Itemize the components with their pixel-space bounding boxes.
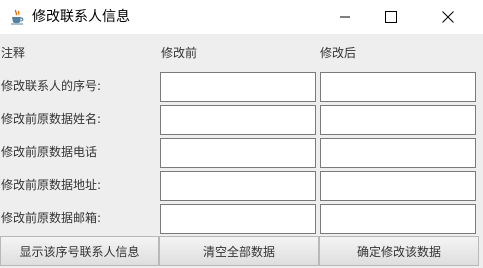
phone-after-field[interactable] [320,138,476,168]
minimize-button[interactable] [322,0,368,34]
title-bar: 修改联系人信息 [0,0,483,34]
confirm-edit-button[interactable]: 确定修改该数据 [319,236,479,266]
index-after-field[interactable] [320,72,476,102]
maximize-icon [385,8,397,27]
index-before-field[interactable] [160,72,316,102]
maximize-button[interactable] [368,0,414,34]
form-area: 注释 修改前 修改后 修改联系人的序号: 修改前原数据姓名: 修改前原数据电话 … [0,34,483,268]
address-before-field[interactable] [160,171,316,201]
note-header: 注释 [1,46,26,60]
show-contact-button[interactable]: 显示该序号联系人信息 [0,236,159,266]
email-after-field[interactable] [320,204,476,234]
close-icon [442,8,454,27]
close-button[interactable] [425,0,471,34]
clear-all-button[interactable]: 清空全部数据 [159,236,319,266]
email-before-field[interactable] [160,204,316,234]
java-coffee-icon [9,9,25,25]
after-header: 修改后 [320,46,357,60]
row-label-phone: 修改前原数据电话 [1,145,98,159]
window-title: 修改联系人信息 [32,9,130,25]
row-label-index: 修改联系人的序号: [1,79,102,93]
edit-contact-window: 修改联系人信息 注释 修改前 修改后 修改联系人的序号: 修改前原数据姓名: 修… [0,0,483,268]
minimize-icon [339,8,351,27]
before-header: 修改前 [161,46,198,60]
row-label-email: 修改前原数据邮箱: [1,211,102,225]
phone-before-field[interactable] [160,138,316,168]
row-label-name: 修改前原数据姓名: [1,112,102,126]
row-label-address: 修改前原数据地址: [1,178,102,192]
address-after-field[interactable] [320,171,476,201]
name-after-field[interactable] [320,105,476,135]
name-before-field[interactable] [160,105,316,135]
